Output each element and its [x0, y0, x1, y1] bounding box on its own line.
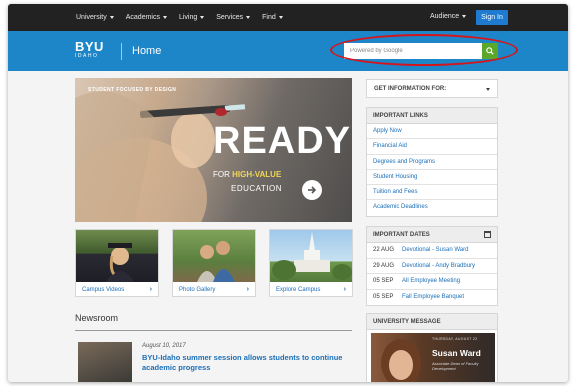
sign-in-button[interactable]: Sign In	[476, 10, 508, 25]
nav-item-university[interactable]: University	[76, 14, 114, 21]
date-event-link[interactable]: Fall Employee Banquet	[402, 294, 464, 306]
calendar-icon[interactable]	[484, 231, 491, 238]
nav-item-label: Academics	[125, 14, 160, 21]
newsroom-title: Newsroom	[75, 313, 119, 323]
university-message-title: UNIVERSITY MESSAGE	[367, 314, 497, 330]
card-campus-videos[interactable]: Campus Videos ›	[75, 229, 159, 297]
hero-banner[interactable]: STUDENT FOCUSED BY DESIGN READY FOR HIGH…	[75, 78, 352, 222]
graduate-image	[106, 243, 134, 282]
important-links-panel: IMPORTANT LINKS Apply Now Financial Aid …	[366, 107, 498, 217]
date-row: 22 AUG Devotional - Susan Ward	[367, 243, 497, 259]
caret-down-icon	[109, 16, 114, 19]
news-date: August 10, 2017	[142, 343, 186, 349]
arrow-glyph	[308, 186, 317, 194]
message-day: THURSDAY, AUGUST 22	[432, 337, 478, 341]
news-thumbnail[interactable]	[78, 342, 132, 382]
date-value: 05 SEP	[373, 278, 394, 284]
header-divider	[121, 43, 122, 60]
message-photo[interactable]: THURSDAY, AUGUST 22 Susan Ward Associate…	[371, 333, 495, 382]
browser-frame: University Academics Living Services Fin…	[8, 4, 568, 382]
date-event-link[interactable]: Devotional - Andy Bradbury	[402, 263, 475, 274]
link-degrees-programs[interactable]: Degrees and Programs	[367, 155, 497, 170]
chevron-right-icon: ›	[246, 286, 249, 293]
date-row: 05 SEP Fall Employee Banquet	[367, 290, 497, 306]
get-information-label: GET INFORMATION FOR:	[374, 86, 447, 92]
card-label: Campus Videos	[82, 287, 125, 293]
hero-tagline: STUDENT FOCUSED BY DESIGN	[88, 87, 177, 93]
link-academic-deadlines[interactable]: Academic Deadlines	[367, 200, 497, 215]
temple-image	[272, 232, 352, 280]
link-student-housing[interactable]: Student Housing	[367, 170, 497, 186]
audience-label: Audience	[430, 13, 460, 20]
nav-item-find[interactable]: Find	[262, 14, 283, 21]
hero-line2-prefix: FOR	[213, 170, 233, 179]
nav-item-academics[interactable]: Academics	[126, 14, 167, 21]
date-value: 22 AUG	[373, 247, 395, 253]
message-speaker-name: Susan Ward	[432, 348, 481, 358]
news-headline-link[interactable]: BYU-Idaho summer session allows students…	[142, 353, 352, 373]
important-dates-panel: IMPORTANT DATES 22 AUG Devotional - Susan…	[366, 226, 498, 306]
logo-sub: IDAHO	[75, 53, 99, 59]
newsroom-divider	[75, 330, 352, 331]
caret-down-icon	[200, 16, 205, 19]
message-speaker-role: Associate Dean of Faculty Development	[432, 361, 479, 371]
date-event-link[interactable]: All Employee Meeting	[402, 278, 460, 289]
nav-item-label: University	[76, 14, 107, 21]
card-label: Explore Campus	[276, 287, 321, 293]
caret-down-icon	[486, 88, 490, 91]
date-row: 05 SEP All Employee Meeting	[367, 274, 497, 290]
page-title[interactable]: Home	[132, 45, 161, 57]
caret-down-icon	[462, 15, 467, 18]
card-image	[173, 230, 255, 282]
audience-dropdown[interactable]: Audience	[430, 13, 467, 20]
card-photo-gallery[interactable]: Photo Gallery ›	[172, 229, 256, 297]
nav-item-label: Find	[262, 14, 276, 21]
caret-down-icon	[278, 16, 283, 19]
annotation-highlight-circle	[330, 34, 518, 66]
byu-idaho-logo[interactable]: BYU IDAHO	[75, 39, 104, 60]
link-tuition-fees[interactable]: Tuition and Fees	[367, 185, 497, 201]
hero-line2: FOR HIGH-VALUE	[213, 170, 281, 179]
hero-line2-highlight: HIGH-VALUE	[232, 170, 282, 179]
link-apply-now[interactable]: Apply Now	[367, 124, 497, 140]
card-image	[270, 230, 352, 282]
hero-line3: EDUCATION	[231, 184, 283, 193]
card-label: Photo Gallery	[179, 287, 216, 293]
nav-item-label: Living	[178, 14, 198, 21]
important-dates-title: IMPORTANT DATES	[373, 232, 430, 238]
top-nav-menu: University Academics Living Services Fin…	[76, 4, 283, 31]
chevron-right-icon: ›	[343, 286, 346, 293]
top-nav: University Academics Living Services Fin…	[8, 4, 568, 31]
nav-item-services[interactable]: Services	[216, 14, 251, 21]
date-row: 29 AUG Devotional - Andy Bradbury	[367, 259, 497, 274]
arrow-right-icon[interactable]	[302, 180, 322, 200]
couple-image	[197, 241, 235, 282]
logo-main: BYU	[75, 39, 104, 54]
date-event-link[interactable]: Devotional - Susan Ward	[402, 247, 468, 258]
chevron-right-icon: ›	[149, 286, 152, 293]
hero-headline: READY	[213, 120, 352, 162]
date-value: 29 AUG	[373, 262, 395, 269]
site-header: BYU IDAHO Home	[8, 31, 568, 71]
important-dates-header: IMPORTANT DATES	[367, 227, 497, 243]
link-financial-aid[interactable]: Financial Aid	[367, 139, 497, 155]
university-message-panel: UNIVERSITY MESSAGE THURSDAY, AUGUST 22 S…	[366, 313, 498, 382]
caret-down-icon	[162, 16, 167, 19]
get-information-dropdown[interactable]: GET INFORMATION FOR:	[366, 79, 498, 98]
nav-item-label: Services	[216, 14, 244, 21]
card-explore-campus[interactable]: Explore Campus ›	[269, 229, 353, 297]
caret-down-icon	[246, 16, 251, 19]
card-image	[76, 230, 158, 282]
nav-item-living[interactable]: Living	[178, 14, 205, 21]
date-value: 05 SEP	[373, 293, 394, 300]
important-links-title: IMPORTANT LINKS	[367, 108, 497, 124]
